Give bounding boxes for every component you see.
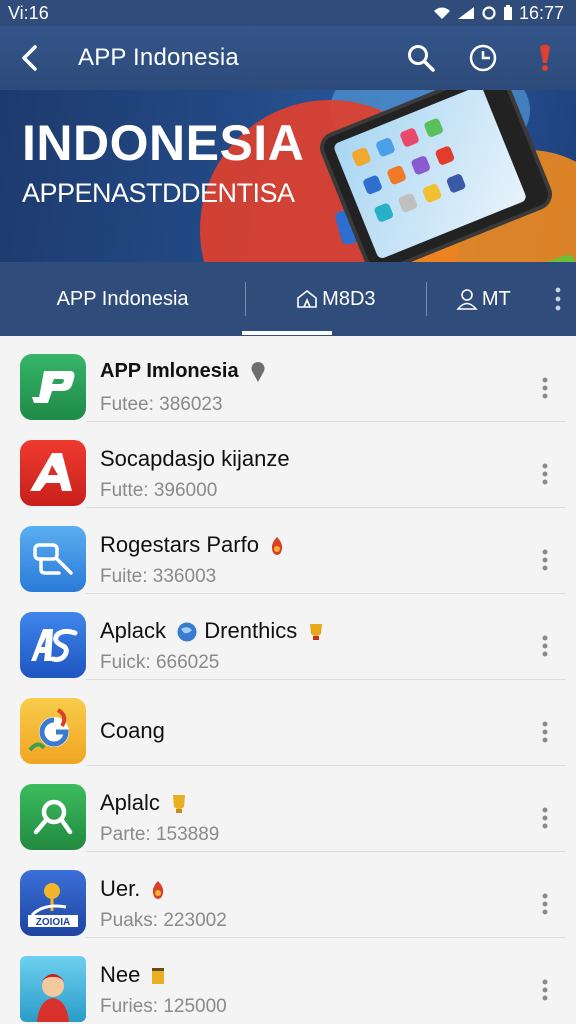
trophy-icon bbox=[310, 624, 323, 641]
app-subtitle: Furies: 125000 bbox=[100, 996, 227, 1017]
more-vertical-icon bbox=[542, 893, 548, 915]
app-subtitle: Fuick: 666025 bbox=[100, 652, 220, 673]
globe-icon bbox=[177, 622, 197, 642]
more-vertical-icon bbox=[542, 463, 548, 485]
list-item[interactable]: APP Imlonesia Futee: 386023 bbox=[0, 336, 576, 422]
person-icon bbox=[456, 289, 478, 310]
signal-icon bbox=[457, 7, 474, 19]
home-icon bbox=[297, 289, 317, 308]
app-subtitle: Futee: 386023 bbox=[100, 394, 223, 415]
flame-icon bbox=[153, 881, 164, 900]
item-menu-button[interactable] bbox=[530, 800, 560, 836]
app-subtitle: Puaks: 223002 bbox=[100, 910, 227, 931]
list-item[interactable]: Aplack Drenthics Fuick: 666025 bbox=[0, 594, 576, 680]
pin-icon bbox=[251, 361, 265, 382]
app-name: Socapdasjo kijanze bbox=[100, 446, 290, 471]
sync-icon bbox=[482, 6, 496, 20]
green-p-app-icon bbox=[20, 354, 86, 420]
list-item[interactable]: Aplalc Parte: 153889 bbox=[0, 766, 576, 852]
app-name: Aplalc bbox=[100, 790, 188, 816]
status-icons: 16:77 bbox=[433, 3, 564, 24]
item-menu-button[interactable] bbox=[530, 542, 560, 578]
active-tab-indicator bbox=[242, 331, 332, 335]
tab-overflow-button[interactable] bbox=[540, 287, 576, 311]
more-vertical-icon bbox=[542, 549, 548, 571]
notification-button[interactable] bbox=[514, 26, 576, 90]
yellow-g-app-icon bbox=[20, 698, 86, 764]
app-subtitle: Parte: 153889 bbox=[100, 824, 220, 845]
trophy-icon bbox=[173, 795, 186, 814]
clock-icon bbox=[469, 44, 497, 72]
tab-label: MT bbox=[481, 287, 511, 310]
back-button[interactable] bbox=[0, 26, 60, 90]
more-vertical-icon bbox=[542, 377, 548, 399]
status-bar: Vi:16 16:77 bbox=[0, 0, 576, 26]
status-time: 16:77 bbox=[518, 2, 564, 23]
search-button[interactable] bbox=[390, 26, 452, 90]
green-search-app-icon bbox=[20, 784, 86, 850]
app-name: Aplack Drenthics bbox=[100, 618, 325, 644]
item-menu-button[interactable] bbox=[530, 972, 560, 1008]
item-menu-button[interactable] bbox=[530, 628, 560, 664]
blue-link-app-icon bbox=[20, 526, 86, 592]
battery-icon bbox=[503, 5, 512, 20]
status-left-text: Vi:16 bbox=[8, 2, 49, 23]
app-subtitle: Futte: 396000 bbox=[100, 480, 218, 501]
red-a-app-icon bbox=[20, 440, 86, 506]
tab-label: M8D3 bbox=[322, 287, 376, 310]
app-list: APP Imlonesia Futee: 386023 Socapdasjo k… bbox=[0, 336, 576, 1024]
app-name: Rogestars Parfo bbox=[100, 532, 285, 558]
list-item[interactable]: Rogestars Parfo Fuite: 336003 bbox=[0, 508, 576, 594]
cup-icon bbox=[152, 968, 165, 985]
promo-banner[interactable]: INDONESIA APPENASTDDENTISA bbox=[0, 90, 576, 262]
wifi-icon bbox=[433, 7, 450, 19]
page-title: APP Indonesia bbox=[78, 44, 239, 71]
list-item[interactable]: Socapdasjo kijanze Futte: 396000 bbox=[0, 422, 576, 508]
tab-m8d3[interactable]: M8D3 bbox=[246, 262, 425, 336]
more-vertical-icon bbox=[542, 807, 548, 829]
more-vertical-icon bbox=[555, 287, 561, 311]
more-vertical-icon bbox=[542, 979, 548, 1001]
blue-pin-app-icon: ZOIOIA bbox=[20, 870, 86, 936]
more-vertical-icon bbox=[542, 721, 548, 743]
item-menu-button[interactable] bbox=[530, 370, 560, 406]
item-menu-button[interactable] bbox=[530, 456, 560, 492]
alert-marker-icon bbox=[540, 44, 550, 71]
app-subtitle: Fuite: 336003 bbox=[100, 566, 217, 587]
app-name: Nee bbox=[100, 962, 166, 988]
app-name: Coang bbox=[100, 718, 165, 743]
item-menu-button[interactable] bbox=[530, 886, 560, 922]
flame-icon bbox=[271, 537, 283, 556]
app-name: APP Imlonesia bbox=[100, 360, 268, 383]
list-item[interactable]: Coang bbox=[0, 680, 576, 766]
banner-subtitle: APPENASTDDENTISA bbox=[22, 178, 295, 208]
blue-as-app-icon bbox=[20, 612, 86, 678]
tab-mt[interactable]: MT bbox=[427, 262, 541, 336]
item-menu-button[interactable] bbox=[530, 714, 560, 750]
tab-app-indonesia[interactable]: APP Indonesia bbox=[0, 262, 245, 336]
tab-bar: APP Indonesia M8D3 MT bbox=[0, 262, 576, 336]
tab-label: APP Indonesia bbox=[56, 287, 189, 310]
character-app-icon bbox=[20, 956, 86, 1022]
search-icon bbox=[408, 45, 435, 72]
back-arrow-icon bbox=[22, 45, 37, 71]
svg-text:ZOIOIA: ZOIOIA bbox=[36, 917, 70, 928]
list-item[interactable]: ZOIOIA Uer. Puaks: 223002 bbox=[0, 852, 576, 938]
app-bar: APP Indonesia bbox=[0, 26, 576, 90]
more-vertical-icon bbox=[542, 635, 548, 657]
list-item[interactable]: Nee Furies: 125000 bbox=[0, 938, 576, 1024]
app-name: Uer. bbox=[100, 876, 166, 902]
history-button[interactable] bbox=[452, 26, 514, 90]
banner-title: INDONESIA bbox=[22, 115, 305, 171]
